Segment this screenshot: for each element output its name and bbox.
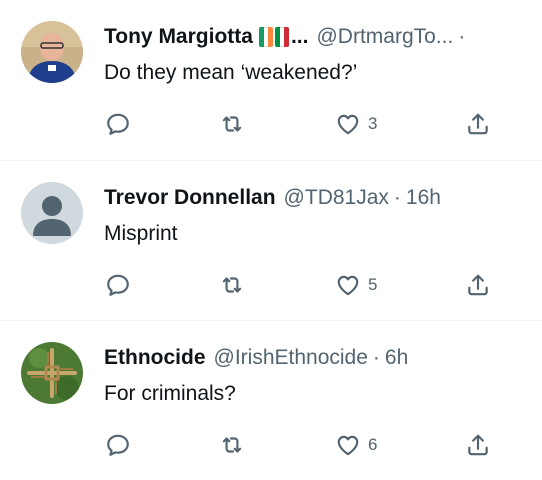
avatar[interactable]	[21, 342, 83, 404]
reply-button[interactable]	[105, 267, 131, 303]
like-icon	[337, 114, 359, 135]
reply-icon	[107, 434, 129, 456]
brigid-cross-avatar-icon	[21, 342, 83, 404]
action-bar: 3	[0, 106, 542, 142]
separator-dot: ·	[458, 25, 466, 48]
reply-button[interactable]	[105, 427, 131, 463]
reply-post[interactable]: Trevor Donnellan @TD81Jax · 16h Misprint…	[0, 160, 542, 320]
repost-icon	[222, 277, 242, 293]
share-icon	[468, 274, 488, 296]
reply-icon	[107, 274, 129, 296]
reply-header: Trevor Donnellan @TD81Jax · 16h	[104, 183, 538, 213]
reply-button[interactable]	[105, 106, 131, 142]
display-name[interactable]: Ethnocide	[104, 343, 206, 373]
like-icon	[337, 435, 359, 456]
share-button[interactable]	[465, 267, 491, 303]
separator-dot: ·	[393, 186, 401, 209]
action-bar: 6	[0, 427, 542, 463]
display-name[interactable]: Trevor Donnellan	[104, 183, 276, 213]
reply-icon	[107, 113, 129, 135]
share-icon	[468, 434, 488, 456]
reply-post[interactable]: Ethnocide @IrishEthnocide · 6h For crimi…	[0, 320, 542, 480]
like-count: 6	[368, 435, 378, 454]
reply-post[interactable]: Tony Margiotta ... @DrtmargTo... · Do th…	[0, 0, 542, 160]
repost-button[interactable]	[219, 106, 245, 142]
repost-icon	[222, 116, 242, 132]
reply-header: Tony Margiotta ... @DrtmargTo... ·	[104, 22, 538, 52]
share-button[interactable]	[465, 427, 491, 463]
reply-text: For criminals?	[104, 382, 236, 405]
avatar[interactable]	[21, 21, 83, 83]
separator-dot: ·	[372, 346, 380, 369]
flag-emojis	[258, 27, 289, 47]
repost-button[interactable]	[219, 267, 245, 303]
like-button[interactable]: 6	[335, 427, 377, 463]
reply-text: Do they mean ‘weakened?’	[104, 61, 358, 84]
italy-flag-icon	[274, 27, 289, 47]
default-avatar-icon	[21, 182, 83, 244]
name-ellipsis: ...	[290, 25, 309, 48]
repost-icon	[222, 437, 242, 453]
like-button[interactable]: 3	[335, 106, 377, 142]
reply-header: Ethnocide @IrishEthnocide · 6h	[104, 343, 538, 373]
handle[interactable]: @DrtmargTo...	[316, 22, 453, 52]
share-icon	[468, 113, 488, 135]
timestamp[interactable]: 16h	[406, 183, 441, 213]
like-icon	[337, 275, 359, 296]
display-name[interactable]: Tony Margiotta	[104, 22, 253, 52]
share-button[interactable]	[465, 106, 491, 142]
reply-text: Misprint	[104, 222, 178, 245]
handle[interactable]: @IrishEthnocide	[214, 343, 368, 373]
repost-button[interactable]	[219, 427, 245, 463]
ireland-flag-icon	[258, 27, 273, 47]
handle[interactable]: @TD81Jax	[284, 183, 389, 213]
action-bar: 5	[0, 267, 542, 303]
timestamp[interactable]: 6h	[385, 343, 408, 373]
like-button[interactable]: 5	[335, 267, 377, 303]
avatar[interactable]	[21, 182, 83, 244]
like-count: 5	[368, 275, 378, 294]
avatar-image	[21, 21, 83, 83]
like-count: 3	[368, 114, 378, 133]
